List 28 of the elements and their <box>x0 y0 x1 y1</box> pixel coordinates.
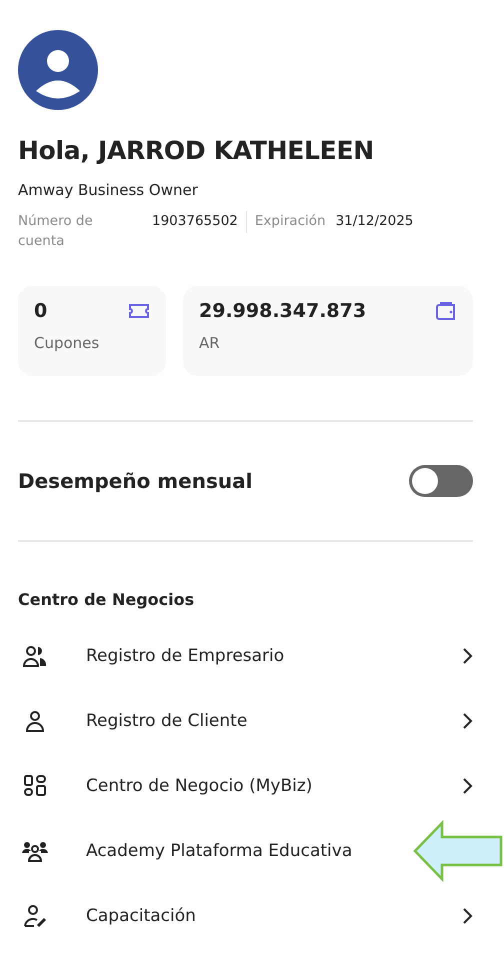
account-number-label: Número de cuenta <box>18 212 94 251</box>
performance-title: Desempeño mensual <box>18 469 252 493</box>
chevron-right-icon <box>461 710 473 730</box>
expiry-label: Expiración <box>254 212 326 231</box>
card-value: 0 <box>34 300 48 322</box>
card-label: AR <box>199 334 221 352</box>
greeting-title: Hola, JARROD KATHELEEN <box>18 135 375 167</box>
expiry-date: 31/12/2025 <box>336 212 414 231</box>
wallet-icon <box>435 301 457 321</box>
grid-icon <box>22 774 48 798</box>
menu-item[interactable]: Registro de Cliente <box>18 688 473 753</box>
person-edit-icon <box>22 904 48 928</box>
avatar-icon <box>18 30 98 110</box>
card-value: 29.998.347.873 <box>199 300 366 322</box>
card-label: Cupones <box>34 334 100 352</box>
menu-item[interactable]: Centro de Negocio (MyBiz) <box>18 753 473 818</box>
menu-item[interactable]: Capacitación <box>18 883 473 948</box>
performance-toggle[interactable] <box>409 465 473 497</box>
section-title: Centro de Negocios <box>18 590 196 609</box>
account-number: 1903765502 <box>152 212 238 231</box>
menu-item[interactable]: Academy Plataforma Educativa <box>18 818 409 883</box>
chevron-right-icon <box>461 906 473 926</box>
role-text: Amway Business Owner <box>18 180 199 200</box>
people-icon <box>22 644 48 668</box>
ticket-icon <box>128 303 150 319</box>
chevron-right-icon <box>461 776 473 796</box>
menu-item[interactable]: Registro de Empresario <box>18 623 473 688</box>
chevron-right-icon <box>461 646 473 666</box>
